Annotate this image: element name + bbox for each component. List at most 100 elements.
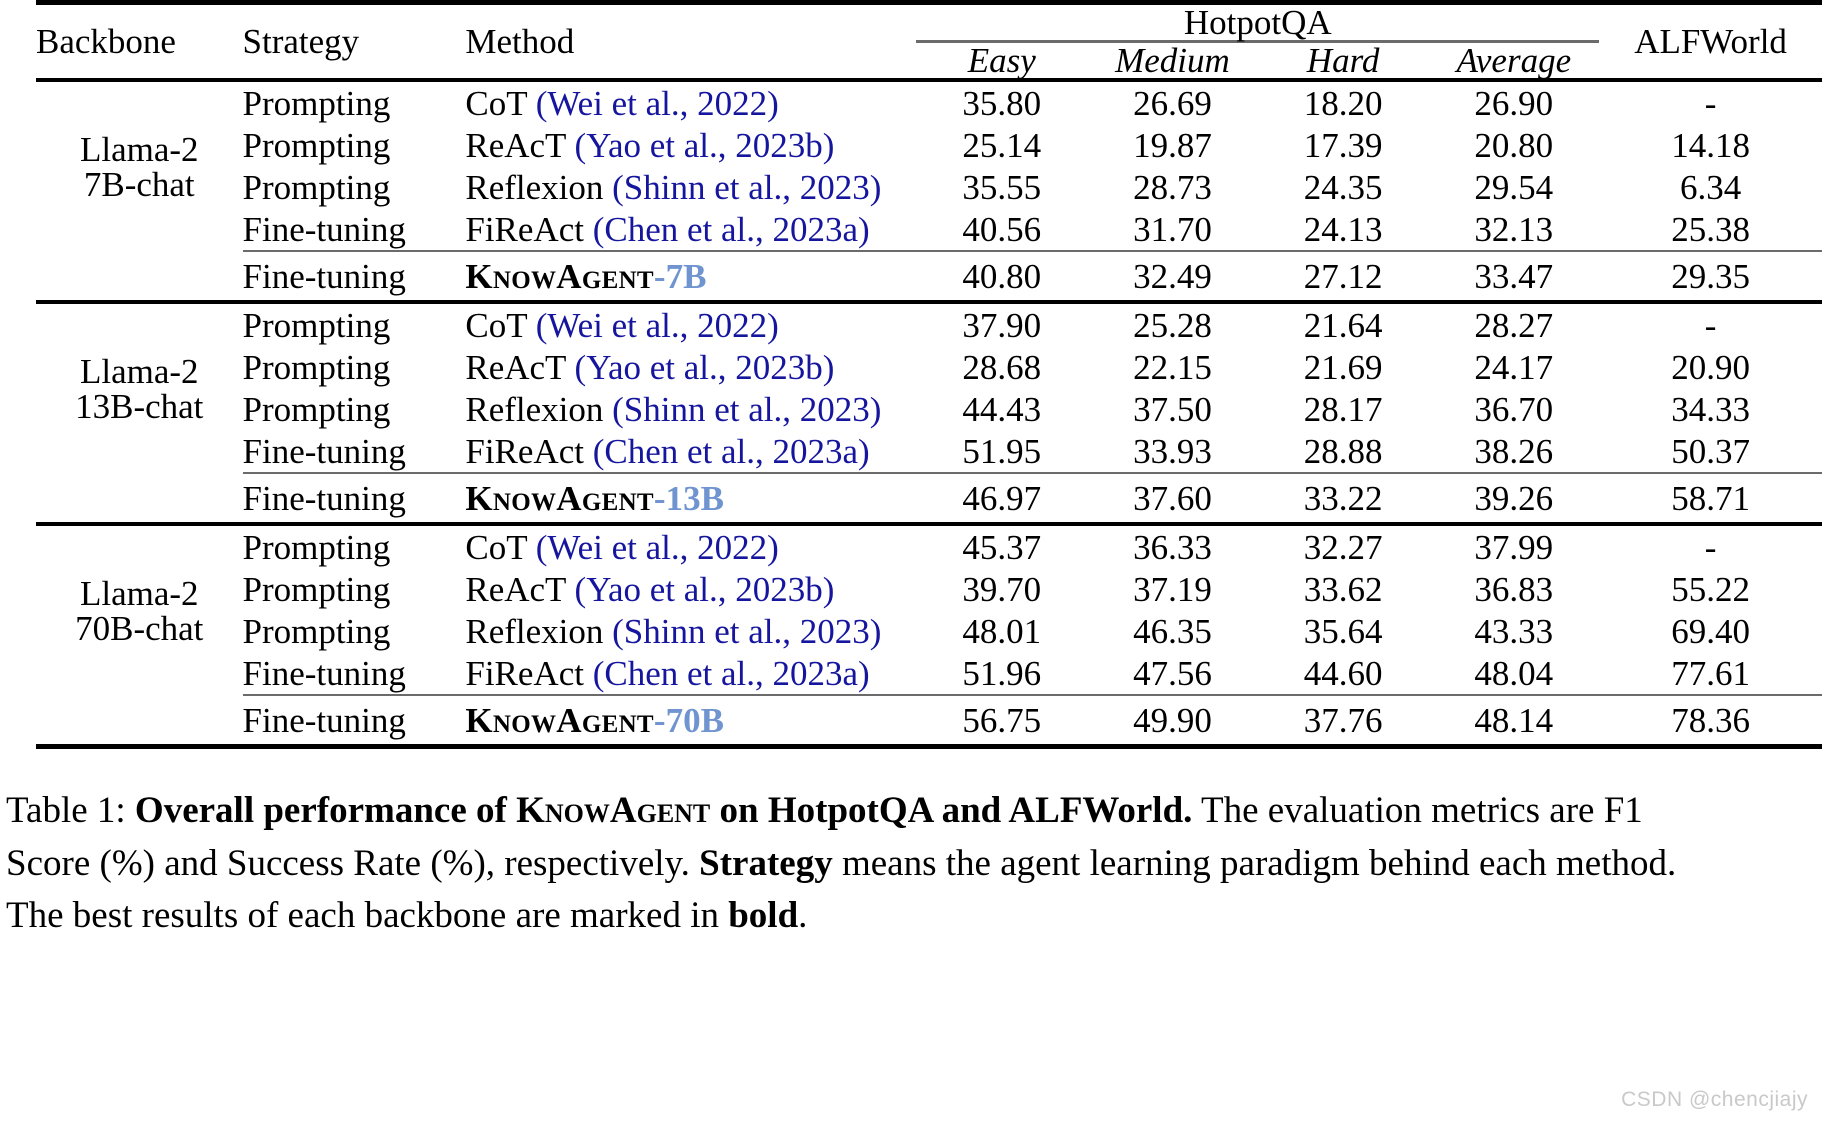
header-method: Method [465, 0, 917, 80]
caption-line3-post: . [798, 895, 808, 937]
table-row: Prompting ReAcT (Yao et al., 2023b) 25.14 1… [36, 124, 1822, 166]
method-cell: CoT (Wei et al., 2022) [465, 300, 917, 346]
score-average: 37.99 [1428, 522, 1600, 568]
caption-line-1: Table 1: Overall performance of KnowAgen… [6, 785, 1826, 838]
subheader-easy: Easy [967, 41, 1036, 80]
backbone-label: Llama-2 7B-chat [36, 78, 243, 251]
rule-cell [36, 744, 243, 759]
method-citation-link[interactable]: (Yao et al., 2023b) [575, 570, 835, 609]
score-medium: 47.56 [1133, 653, 1212, 693]
method-citation-link[interactable]: (Yao et al., 2023b) [575, 126, 835, 165]
score-easy: 48.01 [962, 611, 1042, 651]
caption-line-2: Score (%) and Success Rate (%), respecti… [6, 838, 1826, 891]
score-alfworld: 25.38 [1671, 209, 1750, 249]
score-average: 24.17 [1474, 347, 1554, 387]
score-easy: 40.80 [916, 250, 1088, 302]
score-easy: 35.55 [962, 167, 1042, 207]
table-row: Llama-2 7B-chat Prompting CoT (Wei et al., … [36, 78, 1822, 251]
score-medium: 32.49 [1087, 250, 1258, 302]
method-name: Reflexion [465, 389, 613, 429]
score-medium: 33.93 [1133, 431, 1212, 471]
subheader-hard: Hard [1306, 41, 1380, 80]
backbone-cell-empty [36, 473, 243, 524]
method-citation-link[interactable]: (Shinn et al., 2023) [612, 612, 881, 651]
score-alfworld: 50.37 [1671, 431, 1750, 471]
score-alfworld: 78.36 [1599, 694, 1822, 747]
caption-rest-1: The evaluation metrics are F1 [1192, 790, 1643, 831]
method-citation-link[interactable]: (Yao et al., 2023b) [575, 348, 835, 387]
strategy-cell: Prompting [242, 78, 466, 124]
method-citation-link[interactable]: (Wei et al., 2022) [536, 528, 779, 567]
figure-caption: Table 1: Overall performance of KnowAgen… [6, 785, 1826, 943]
score-easy: 25.14 [962, 125, 1042, 165]
method-name: ReAcT [465, 347, 575, 387]
strategy-cell: Prompting [242, 389, 391, 429]
score-hard: 32.27 [1257, 522, 1429, 568]
score-alfworld: 6.34 [1679, 167, 1742, 207]
backbone-label: Llama-2 13B-chat [36, 300, 243, 473]
subheader-medium: Medium [1115, 41, 1230, 80]
backbone-line-1: Llama-2 [79, 351, 199, 391]
score-average: 28.27 [1428, 300, 1600, 346]
table-row: Prompting ReAcT (Yao et al., 2023b) 28.68 2… [36, 346, 1822, 388]
strategy-cell: Prompting [242, 522, 466, 568]
strategy-cell: Prompting [242, 569, 391, 609]
table-row: Fine-tuning FiReAct (Chen et al., 2023a) 5… [36, 652, 1822, 695]
score-medium: 49.90 [1087, 694, 1258, 747]
backbone-cell-empty [36, 695, 243, 747]
score-easy: 56.75 [916, 694, 1088, 747]
knowagent-model-size: -7B [653, 256, 707, 296]
strategy-cell: Fine-tuning [242, 653, 406, 693]
table-row: Prompting Reflexion (Shinn et al., 2023) 4… [36, 610, 1822, 652]
score-average: 38.26 [1474, 431, 1554, 471]
method-citation-link[interactable]: (Wei et al., 2022) [536, 306, 779, 345]
score-hard: 44.60 [1303, 653, 1383, 693]
table-row: Llama-2 70B-chat Prompting CoT (Wei et al.,… [36, 522, 1822, 695]
method-citation-link[interactable]: (Chen et al., 2023a) [593, 432, 870, 471]
header-backbone: Backbone [36, 0, 243, 80]
score-easy: 35.80 [916, 78, 1088, 124]
method-name: FiReAct [465, 431, 593, 471]
method-name: CoT [465, 305, 536, 345]
table-row-knowagent: Fine-tuning KnowAgent-70B 56.75 49.90 37.76 4… [36, 694, 1822, 747]
score-medium: 25.28 [1087, 300, 1258, 346]
score-hard: 28.17 [1303, 389, 1383, 429]
score-medium: 37.60 [1087, 472, 1258, 524]
caption-title-post: on HotpotQA and ALFWorld. [710, 790, 1193, 831]
subheader-average: Average [1456, 41, 1572, 80]
score-alfworld: 55.22 [1671, 569, 1750, 609]
score-average: 43.33 [1474, 611, 1554, 651]
method-citation-link[interactable]: (Wei et al., 2022) [536, 84, 779, 123]
rule-cell [1428, 744, 1600, 759]
method-cell: FiReAct (Chen et al., 2023a) [465, 430, 916, 473]
score-alfworld: 58.71 [1599, 472, 1822, 524]
method-citation-link[interactable]: (Chen et al., 2023a) [593, 210, 870, 249]
method-name: FiReAct [465, 653, 593, 693]
backbone-line-2: 70B-chat [75, 608, 204, 648]
csdn-watermark: CSDN @chencjiajy [1621, 1088, 1808, 1111]
backbone-line-2: 7B-chat [83, 164, 195, 204]
method-cell-knowagent: KnowAgent-7B [465, 250, 917, 302]
method-citation-link[interactable]: (Shinn et al., 2023) [612, 168, 881, 207]
score-medium: 37.50 [1133, 389, 1212, 429]
method-citation-link[interactable]: (Shinn et al., 2023) [612, 390, 881, 429]
bottom-rule-row [36, 744, 1822, 759]
score-alfworld: 14.18 [1671, 125, 1750, 165]
score-alfworld: - [1599, 522, 1822, 568]
backbone-line-1: Llama-2 [79, 129, 199, 169]
score-easy: 45.37 [916, 522, 1088, 568]
score-easy: 51.96 [962, 653, 1042, 693]
score-average: 32.13 [1474, 209, 1554, 249]
caption-line2-bold: Strategy [699, 842, 833, 884]
method-citation-link[interactable]: (Chen et al., 2023a) [593, 654, 870, 693]
score-average: 36.70 [1474, 389, 1554, 429]
score-hard: 24.13 [1303, 209, 1383, 249]
strategy-cell: Prompting [242, 125, 391, 165]
header-group-hotpotqa: HotpotQA [916, 0, 1600, 43]
caption-title-pre: Overall performance of [134, 790, 517, 831]
header-strategy: Strategy [242, 0, 466, 80]
score-average: 36.83 [1474, 569, 1554, 609]
score-alfworld: - [1599, 300, 1822, 346]
method-name: CoT [465, 527, 536, 567]
score-medium: 28.73 [1133, 167, 1212, 207]
